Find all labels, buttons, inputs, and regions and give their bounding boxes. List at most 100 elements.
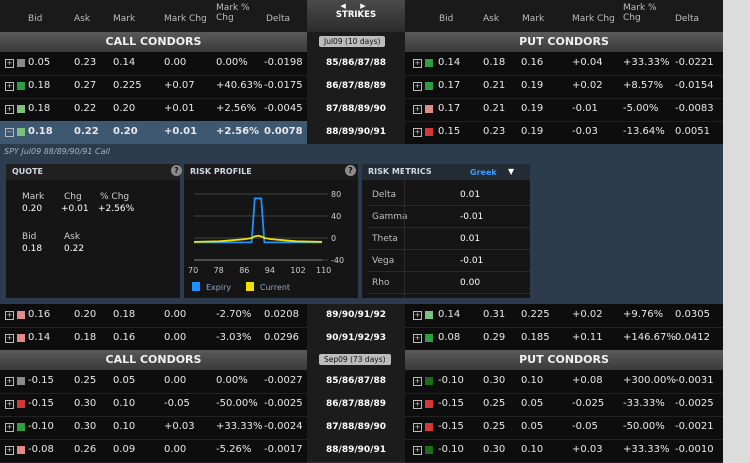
put-column-header: Bid Ask Mark Mark Chg Mark % Chg Delta	[405, 0, 723, 32]
call-row[interactable]: +0.05 0.23 0.14 0.00 0.00% -0.0198	[0, 52, 307, 76]
put-row[interactable]: +0.14 0.18 0.16 +0.04 +33.33% -0.0221	[405, 52, 723, 76]
col-mark[interactable]: Mark	[522, 14, 544, 24]
cell-mark: 0.225	[521, 309, 550, 320]
expand-toggle-icon[interactable]: +	[5, 423, 14, 432]
cell-mark: 0.10	[113, 398, 136, 409]
strike-cell[interactable]: 87/88/89/90	[307, 416, 405, 440]
call-row[interactable]: +0.14 0.18 0.16 0.00 -3.03% 0.0296	[0, 327, 307, 351]
expand-toggle-icon[interactable]: +	[5, 59, 14, 68]
expand-toggle-icon[interactable]: +	[413, 400, 422, 409]
cell-delta: 0.0051	[675, 126, 710, 137]
legend-expiry-label: Expiry	[206, 283, 231, 292]
put-row[interactable]: + -0.15 0.25 0.05 -0.025 -33.33% -0.0025	[405, 393, 723, 417]
col-mark-chg[interactable]: Mark Chg	[572, 14, 615, 24]
expand-toggle-icon[interactable]: +	[413, 59, 422, 68]
cell-bid: -0.15	[28, 375, 54, 386]
expand-toggle-icon[interactable]: +	[413, 423, 422, 432]
risk-profile-help-icon[interactable]: ?	[345, 165, 356, 176]
call-row[interactable]: + -0.10 0.30 0.10 +0.03 +33.33% -0.0024	[0, 416, 307, 440]
cell-ask: 0.22	[74, 103, 97, 114]
cell-delta: -0.0198	[264, 57, 303, 68]
col-delta[interactable]: Delta	[675, 14, 699, 24]
y-tick-label: -40	[331, 256, 344, 265]
call-column-header: Bid Ask Mark Mark Chg Mark % Chg Delta	[0, 0, 307, 32]
cell-mark: 0.19	[521, 80, 544, 91]
call-row[interactable]: + -0.15 0.30 0.10 -0.05 -50.00% -0.0025	[0, 393, 307, 417]
series-current-line	[193, 234, 323, 243]
risk-metrics-box: RISK METRICS Greek ▼ Delta 0.01 Gamma -0.01…	[362, 164, 530, 298]
col-ask[interactable]: Ask	[74, 14, 90, 24]
expand-toggle-icon[interactable]: +	[413, 446, 422, 455]
expand-toggle-icon[interactable]: +	[5, 105, 14, 114]
cell-pct: +33.33%	[216, 421, 263, 432]
expand-toggle-icon[interactable]: +	[413, 311, 422, 320]
call-row[interactable]: +0.18 0.27 0.225 +0.07 +40.63% -0.0175	[0, 75, 307, 99]
change-indicator-icon	[17, 446, 25, 454]
put-row[interactable]: +0.17 0.21 0.19 +0.02 +8.57% -0.0154	[405, 75, 723, 99]
cell-bid: 0.05	[28, 57, 51, 68]
col-bid[interactable]: Bid	[439, 14, 453, 24]
expand-toggle-icon[interactable]: +	[5, 334, 14, 343]
expand-toggle-icon[interactable]: +	[5, 446, 14, 455]
expiry-badge[interactable]: Sep09 (73 days)	[319, 354, 391, 365]
cell-mark: 0.10	[521, 375, 544, 386]
put-row[interactable]: + -0.15 0.25 0.05 -0.05 -50.00% -0.0021	[405, 416, 723, 440]
strike-cell[interactable]: 88/89/90/91	[307, 439, 405, 463]
col-mark-pct[interactable]: Mark % Chg	[216, 3, 250, 23]
cell-pct: -50.00%	[216, 398, 258, 409]
strike-cell[interactable]: 88/89/90/91	[307, 121, 405, 145]
col-ask[interactable]: Ask	[483, 14, 499, 24]
expand-toggle-icon[interactable]: +	[413, 82, 422, 91]
cell-bid: 0.16	[28, 309, 51, 320]
strike-cell[interactable]: 86/87/88/89	[307, 75, 405, 99]
change-indicator-icon	[17, 423, 25, 431]
expiry-badge[interactable]: Jul09 (10 days)	[319, 36, 386, 47]
cell-chg: 0.00	[164, 375, 187, 386]
cell-ask: 0.27	[74, 80, 97, 91]
put-row[interactable]: + -0.10 0.30 0.10 +0.08 +300.00% -0.0031	[405, 370, 723, 394]
call-row[interactable]: − 0.18 0.22 0.20 +0.01 +2.56% 0.0078	[0, 121, 307, 145]
cell-mark: 0.20	[113, 103, 136, 114]
chevron-down-icon[interactable]: ▼	[508, 167, 514, 176]
expand-toggle-icon[interactable]: +	[5, 82, 14, 91]
col-mark[interactable]: Mark	[113, 14, 135, 24]
expand-toggle-icon[interactable]: +	[5, 400, 14, 409]
expand-toggle-icon[interactable]: +	[413, 105, 422, 114]
cell-ask: 0.18	[74, 332, 97, 343]
cell-pct: +300.00%	[623, 375, 676, 386]
strike-cell[interactable]: 86/87/88/89	[307, 393, 405, 417]
cell-chg: +0.03	[164, 421, 195, 432]
call-row[interactable]: +0.18 0.22 0.20 +0.01 +2.56% -0.0045	[0, 98, 307, 122]
metric-label: Delta	[372, 190, 397, 200]
call-row[interactable]: + -0.15 0.25 0.05 0.00 0.00% -0.0027	[0, 370, 307, 394]
put-row[interactable]: + -0.10 0.30 0.10 +0.03 +33.33% -0.0010	[405, 439, 723, 463]
strike-cell[interactable]: 85/86/87/88	[307, 52, 405, 76]
put-row[interactable]: +0.17 0.21 0.19 -0.01 -5.00% -0.0083	[405, 98, 723, 122]
expand-toggle-icon[interactable]: +	[413, 128, 422, 137]
expand-toggle-icon[interactable]: +	[413, 334, 422, 343]
call-row[interactable]: +0.16 0.20 0.18 0.00 -2.70% 0.0208	[0, 304, 307, 328]
change-indicator-icon	[425, 377, 433, 385]
col-delta[interactable]: Delta	[266, 14, 290, 24]
expand-toggle-icon[interactable]: +	[5, 311, 14, 320]
put-row[interactable]: +0.15 0.23 0.19 -0.03 -13.64% 0.0051	[405, 121, 723, 145]
expiry-cell: Jul09 (10 days)	[307, 32, 405, 52]
cell-pct: +2.56%	[216, 126, 260, 137]
expand-toggle-icon[interactable]: +	[413, 377, 422, 386]
strike-cell[interactable]: 90/91/92/93	[307, 327, 405, 351]
strike-cell[interactable]: 89/90/91/92	[307, 304, 405, 328]
expand-toggle-icon[interactable]: +	[5, 377, 14, 386]
expand-toggle-icon[interactable]: −	[5, 128, 14, 137]
strike-cell[interactable]: 85/86/87/88	[307, 370, 405, 394]
metric-row: Delta 0.01	[368, 184, 530, 206]
col-mark-pct[interactable]: Mark % Chg	[623, 3, 657, 23]
col-mark-chg[interactable]: Mark Chg	[164, 14, 207, 24]
put-row[interactable]: +0.14 0.31 0.225 +0.02 +9.76% 0.0305	[405, 304, 723, 328]
strike-cell[interactable]: 87/88/89/90	[307, 98, 405, 122]
put-row[interactable]: +0.08 0.29 0.185 +0.11 +146.67% 0.0412	[405, 327, 723, 351]
col-bid[interactable]: Bid	[28, 14, 42, 24]
strike-scroll-arrows-icon[interactable]: ◀ ▶	[307, 2, 405, 10]
call-row[interactable]: + -0.08 0.26 0.09 0.00 -5.26% -0.0017	[0, 439, 307, 463]
metric-mode-select[interactable]: Greek	[470, 168, 497, 177]
quote-help-icon[interactable]: ?	[171, 165, 182, 176]
